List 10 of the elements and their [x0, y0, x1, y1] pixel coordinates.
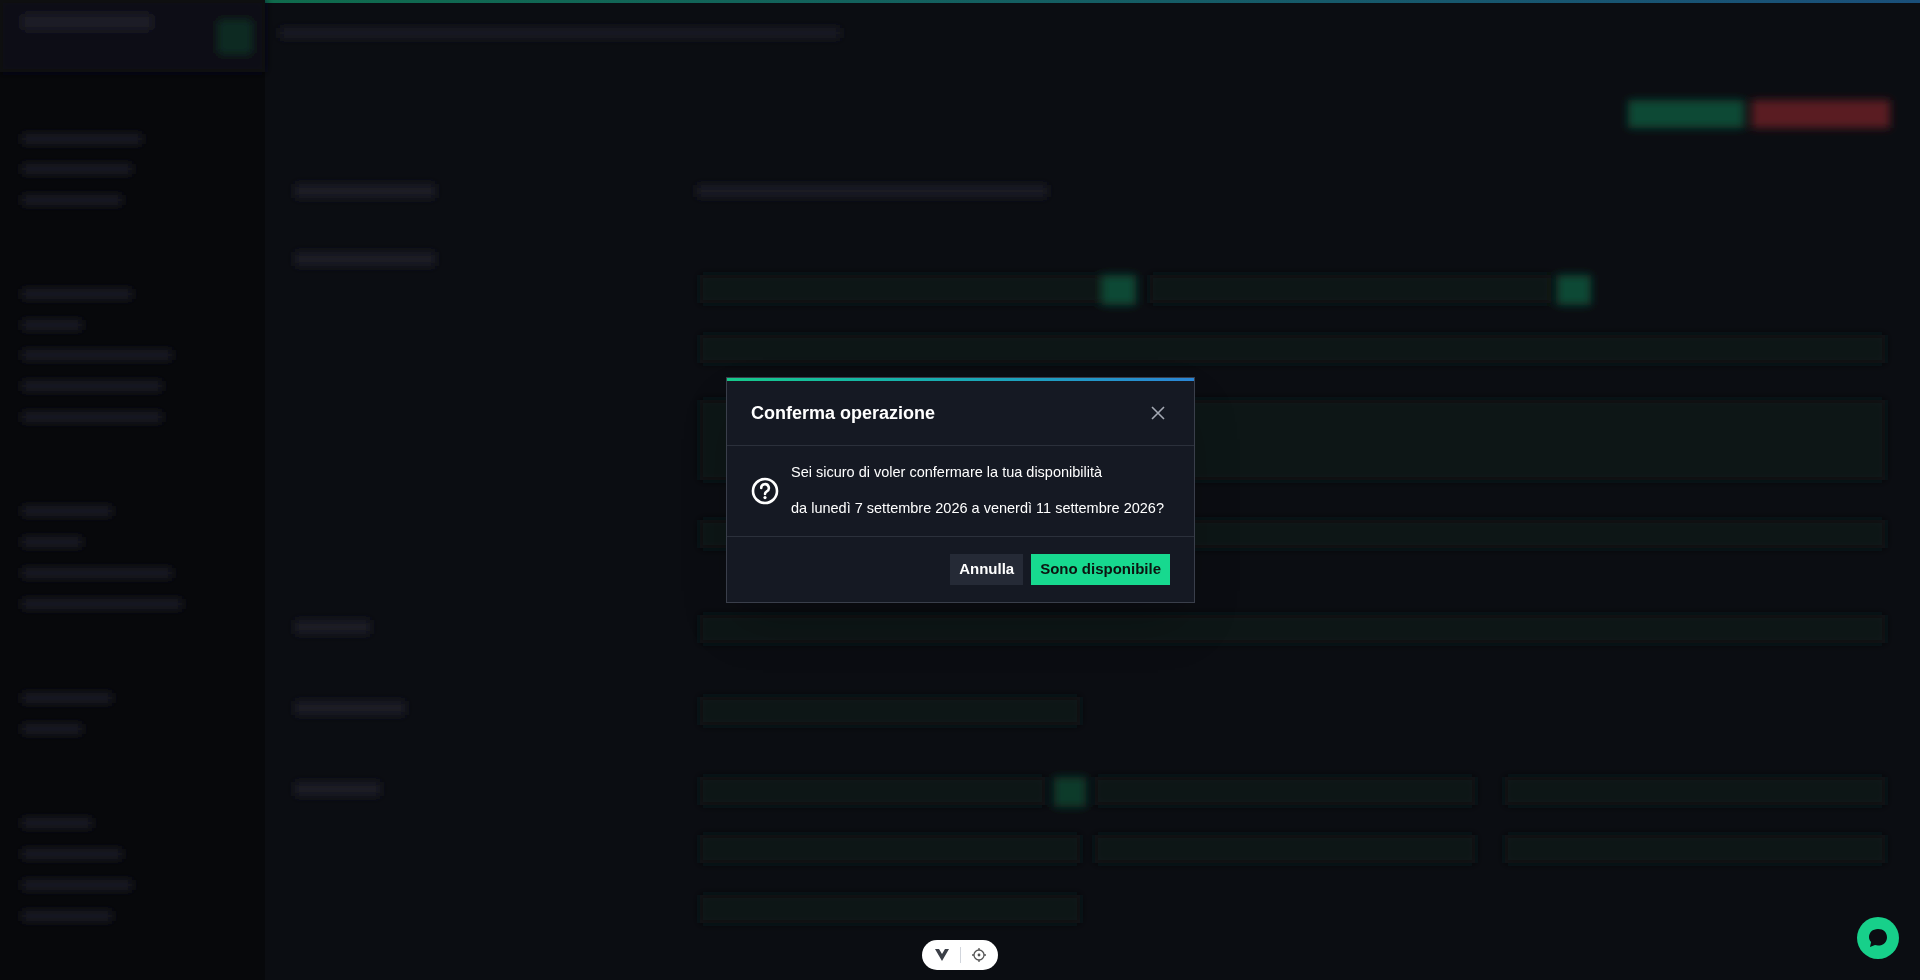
confirm-button[interactable]: Sono disponibile [1031, 553, 1170, 585]
close-icon [1151, 406, 1165, 420]
cancel-button[interactable]: Annulla [950, 553, 1024, 585]
question-icon [751, 476, 779, 505]
dialog-title: Conferma operazione [751, 401, 936, 425]
message-text: Sei sicuro di voler confermare la tua disponibilità [791, 463, 1104, 482]
crosshair-icon [971, 948, 986, 962]
message-text: da lunedì 7 settembre 2026 a venerdì 11 settembre 2026? [791, 498, 1164, 518]
v-logo-icon [934, 949, 949, 961]
chat-bubble-icon [1867, 927, 1889, 949]
